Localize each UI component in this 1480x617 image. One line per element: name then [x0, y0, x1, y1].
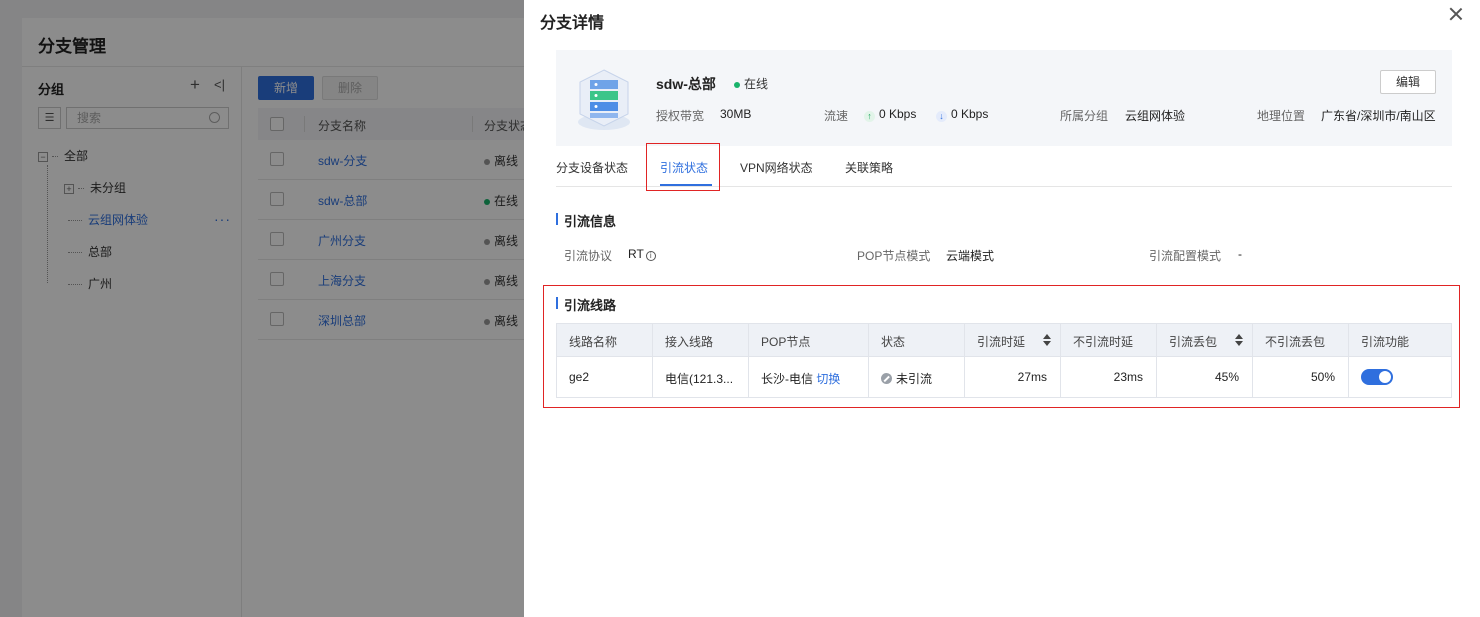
speed-up: ↑ 0 Kbps	[864, 107, 916, 122]
no-traffic-delay: 23ms	[1113, 370, 1143, 384]
location-label: 地理位置	[1257, 109, 1306, 123]
arrow-up-icon: ↑	[864, 111, 875, 122]
column-separator	[964, 324, 965, 358]
traffic-info-title: 引流信息	[564, 214, 617, 229]
column-separator	[652, 357, 653, 397]
column-pop-node: POP节点	[761, 335, 811, 349]
pop-mode-value: 云端模式	[946, 249, 995, 263]
column-no-traffic-loss: 不引流丢包	[1265, 335, 1326, 349]
disabled-status-icon	[881, 373, 892, 384]
traffic-delay: 27ms	[1017, 370, 1047, 384]
location-value: 广东省/深圳市/南山区	[1321, 109, 1436, 123]
drawer-title: 分支详情	[540, 15, 605, 32]
column-traffic-delay[interactable]: 引流时延	[977, 333, 1025, 350]
route-status: 未引流	[881, 370, 932, 387]
column-status: 状态	[881, 335, 906, 349]
pop-node: 长沙-电信 切换	[761, 372, 841, 386]
column-traffic-function: 引流功能	[1361, 335, 1410, 349]
section-marker	[556, 297, 558, 309]
column-separator	[868, 357, 869, 397]
tab-device-status[interactable]: 分支设备状态	[556, 159, 628, 176]
no-traffic-loss: 50%	[1310, 370, 1335, 384]
config-mode-label: 引流配置模式	[1149, 249, 1222, 263]
status-badge: 在线	[734, 75, 768, 92]
branch-name: sdw-总部	[656, 76, 716, 92]
traffic-loss: 45%	[1214, 370, 1239, 384]
column-separator	[1252, 324, 1253, 358]
table-row: ge2 电信(121.3... 长沙-电信 切换 未引流 27ms 23ms 4…	[556, 357, 1452, 398]
column-separator	[1156, 324, 1157, 358]
route-table-header: 线路名称 接入线路 POP节点 状态 引流时延 不引流时延 引流丢包 不引流丢包…	[556, 323, 1452, 358]
traffic-route-title: 引流线路	[564, 298, 617, 313]
column-separator	[1348, 357, 1349, 397]
protocol-label: 引流协议	[564, 249, 613, 263]
group-label: 所属分组	[1060, 109, 1109, 123]
sort-icon[interactable]	[1235, 334, 1243, 348]
bandwidth-label: 授权带宽	[656, 109, 705, 123]
column-no-traffic-delay: 不引流时延	[1073, 335, 1134, 349]
close-icon[interactable]	[1448, 6, 1464, 22]
column-separator	[1060, 324, 1061, 358]
bandwidth-value: 30MB	[720, 107, 752, 121]
speed-label: 流速	[824, 109, 849, 123]
branch-detail-drawer: 分支详情 sdw-总部 在线 编辑 授权带宽 30MB 流速 ↑ 0 Kbps ↓…	[524, 0, 1480, 617]
highlight-box-tab	[646, 143, 720, 191]
pop-mode-label: POP节点模式	[857, 249, 931, 263]
access-line: 电信(121.3...	[665, 372, 734, 386]
speed-down: ↓ 0 Kbps	[936, 107, 988, 122]
column-separator	[748, 324, 749, 358]
column-route-name: 线路名称	[569, 335, 618, 349]
route-name: ge2	[569, 370, 590, 384]
tab-vpn-status[interactable]: VPN网络状态	[740, 159, 813, 176]
column-access-line: 接入线路	[665, 335, 714, 349]
branch-summary-card: sdw-总部 在线 编辑 授权带宽 30MB 流速 ↑ 0 Kbps ↓ 0 Kbp…	[556, 50, 1452, 146]
column-traffic-loss[interactable]: 引流丢包	[1169, 333, 1217, 350]
config-mode-value: -	[1238, 247, 1242, 261]
toggle-knob	[1379, 371, 1391, 383]
protocol-value: RT i	[628, 247, 656, 261]
column-separator	[748, 357, 749, 397]
edit-button[interactable]: 编辑	[1380, 70, 1436, 94]
switch-link[interactable]: 切换	[816, 372, 840, 386]
group-value: 云组网体验	[1125, 109, 1186, 123]
device-icon	[578, 69, 630, 130]
column-separator	[1348, 324, 1349, 358]
sort-icon[interactable]	[1043, 334, 1051, 348]
section-marker	[556, 213, 558, 225]
arrow-down-icon: ↓	[936, 111, 947, 122]
column-separator	[652, 324, 653, 358]
tab-related-policy[interactable]: 关联策略	[845, 159, 893, 176]
info-icon[interactable]: i	[645, 251, 656, 261]
column-separator	[868, 324, 869, 358]
traffic-function-toggle[interactable]	[1361, 369, 1393, 385]
